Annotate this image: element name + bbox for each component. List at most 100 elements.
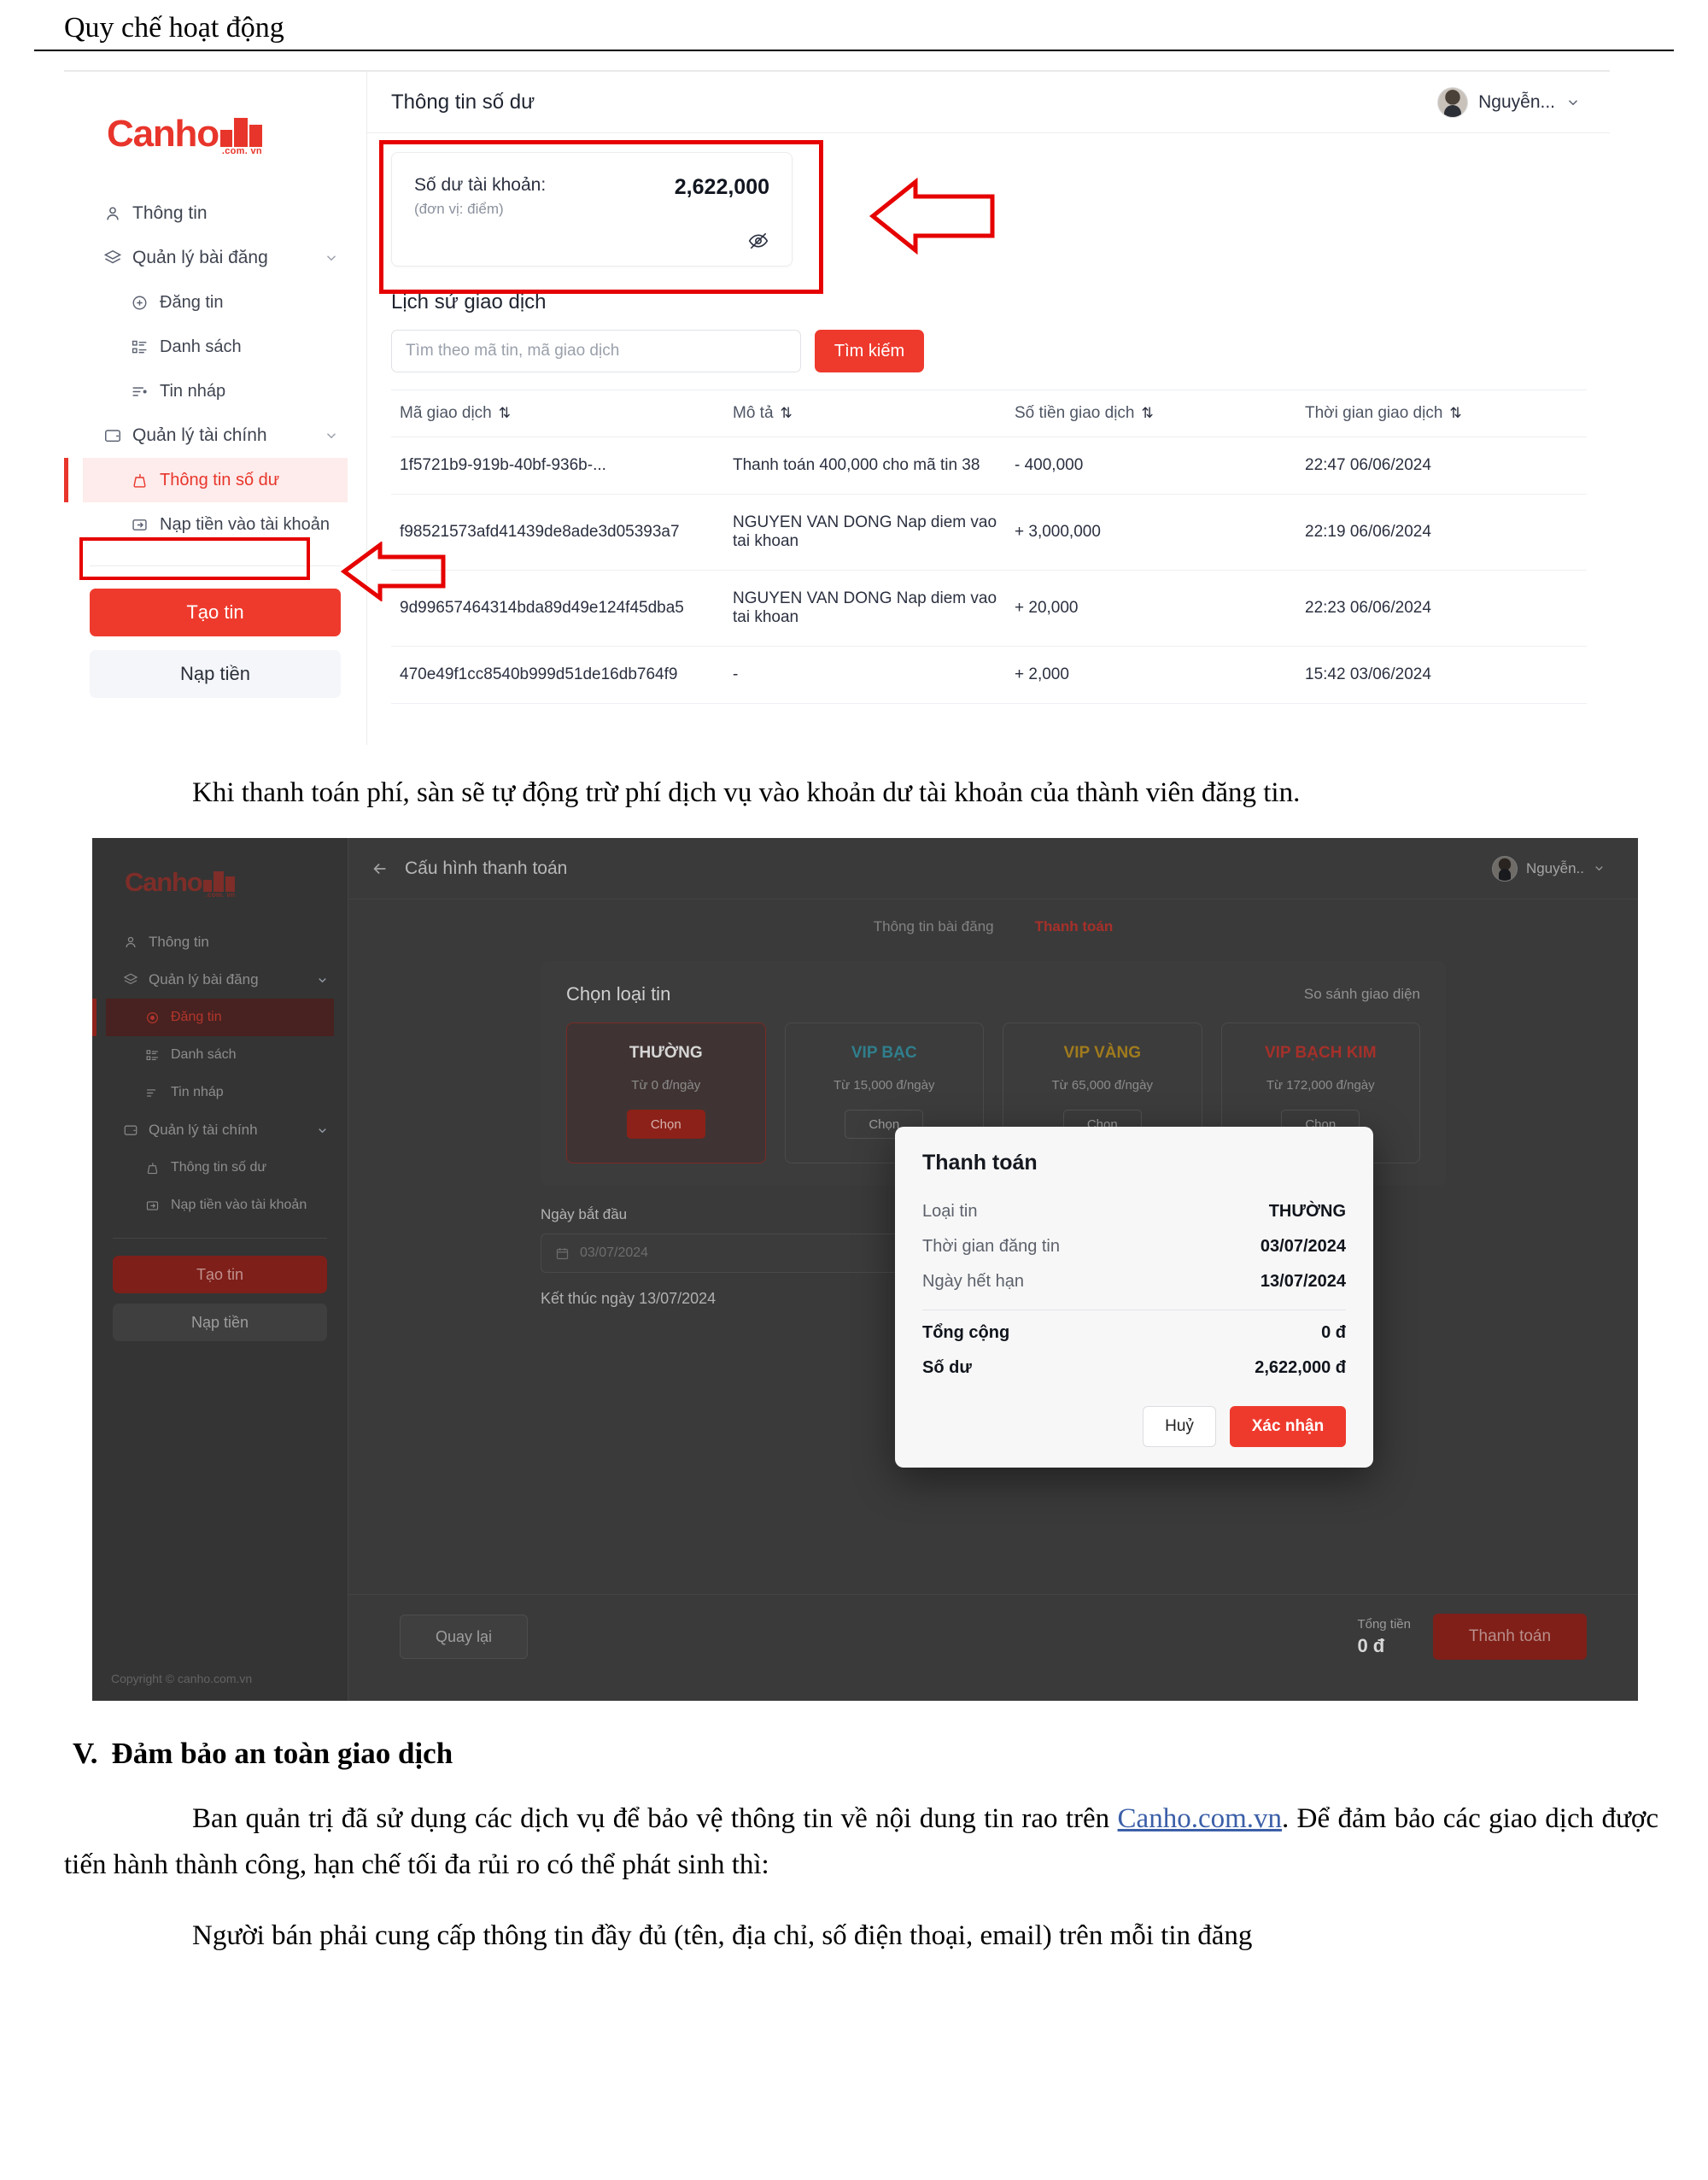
sidebar-item-label: Thông tin: [132, 203, 208, 223]
chevron-down-icon[interactable]: [324, 250, 339, 266]
tab-thong-tin-bai-dang[interactable]: Thông tin bài đăng: [874, 918, 994, 935]
sidebar-item-thong-tin-so-du[interactable]: Thông tin số dư: [106, 1149, 334, 1187]
eye-off-icon[interactable]: [747, 230, 769, 252]
table-header-row: Mã giao dịch ⇅ Mô tả ⇅ Số tiền giao dịch ⇅ …: [391, 390, 1587, 437]
annotation-arrow-balance: [863, 178, 999, 255]
sidebar-item-thong-tin[interactable]: Thông tin: [106, 923, 334, 961]
calendar-icon: [555, 1246, 570, 1261]
cancel-button[interactable]: Huỷ: [1143, 1406, 1216, 1448]
column-header-thoi-gian[interactable]: Thời gian giao dịch ⇅: [1296, 390, 1587, 437]
column-label: Số tiền giao dịch: [1015, 404, 1135, 422]
tier-thuong[interactable]: THƯỜNG Từ 0 đ/ngày Chọn: [566, 1023, 766, 1164]
user-icon: [103, 204, 132, 223]
user-icon: [123, 935, 149, 950]
table-row[interactable]: f98521573afd41439de8ade3d05393a7 NGUYEN …: [391, 494, 1587, 571]
sidebar-item-danh-sach[interactable]: Danh sách: [106, 1036, 334, 1074]
modal-row-key: Loại tin: [922, 1202, 978, 1222]
sidebar-item-thong-tin[interactable]: Thông tin: [83, 191, 348, 236]
sidebar-item-thong-tin-so-du[interactable]: Thông tin số dư: [64, 458, 348, 502]
layers-icon: [123, 972, 149, 987]
sidebar-item-dang-tin[interactable]: Đăng tin: [92, 999, 334, 1037]
sidebar-item-label: Nạp tiền vào tài khoản: [171, 1198, 307, 1213]
modal-row-loai-tin: Loại tin THƯỜNG: [922, 1194, 1346, 1229]
sort-arrows-icon[interactable]: ⇅: [499, 405, 511, 421]
transaction-table: Mã giao dịch ⇅ Mô tả ⇅ Số tiền giao dịch ⇅ …: [391, 390, 1587, 704]
sort-arrows-icon[interactable]: ⇅: [1142, 405, 1154, 421]
paragraph-two-part-a: Ban quản trị đã sử dụng các dịch vụ để b…: [192, 1803, 1118, 1835]
document-page: Quy chế hoạt động Canho .com. vn Thông t…: [0, 0, 1708, 2180]
section-title: Đảm bảo an toàn giao dịch: [111, 1737, 453, 1771]
canho-link[interactable]: Canho.com.vn: [1118, 1803, 1282, 1834]
sidebar-item-label: Thông tin số dư: [160, 470, 280, 489]
sidebar-item-danh-sach[interactable]: Danh sách: [83, 325, 348, 369]
sidebar-item-label: Thông tin số dư: [171, 1160, 267, 1175]
table-row[interactable]: 470e49f1cc8540b999d51de16db764f9 - + 2,0…: [391, 646, 1587, 704]
user-menu[interactable]: Nguyễn...: [1437, 86, 1581, 118]
create-post-button[interactable]: Tạo tin: [113, 1256, 327, 1294]
paragraph-one: Khi thanh toán phí, sàn sẽ tự động trừ p…: [192, 777, 1301, 808]
logo-tld: .com. vn: [205, 891, 236, 900]
start-date-input[interactable]: 03/07/2024: [541, 1234, 899, 1274]
list-icon: [145, 1048, 171, 1063]
logo-tld: .com. vn: [221, 146, 262, 156]
total-label: Tổng tiền: [1357, 1616, 1411, 1632]
sidebar-item-label: Nạp tiền vào tài khoản: [160, 514, 330, 534]
user-menu[interactable]: Nguyễn..: [1491, 855, 1606, 882]
sidebar-item-nap-tien-vao-tai-khoan[interactable]: Nạp tiền vào tài khoản: [83, 502, 348, 547]
sidebar-item-label: Thông tin: [149, 934, 209, 951]
arrow-left-icon[interactable]: [371, 859, 389, 878]
canho-logo[interactable]: Canho .com. vn: [125, 867, 334, 900]
sidebar-item-quan-ly-tai-chinh[interactable]: Quản lý tài chính: [83, 413, 348, 458]
column-label: Mã giao dịch: [400, 404, 492, 422]
page-title: Cấu hình thanh toán: [405, 858, 568, 878]
tier-name: VIP BẠC: [851, 1044, 917, 1063]
modal-row-ngay-het-han: Ngày hết hạn 13/07/2024: [922, 1264, 1346, 1299]
column-header-so-tien[interactable]: Số tiền giao dịch ⇅: [1006, 390, 1296, 437]
cell-desc: Thanh toán 400,000 cho mã tin 38: [724, 437, 1006, 495]
sidebar-item-quan-ly-tai-chinh[interactable]: Quản lý tài chính: [106, 1111, 334, 1149]
chevron-down-icon[interactable]: [324, 428, 339, 443]
search-input[interactable]: Tìm theo mã tin, mã giao dịch: [391, 330, 801, 372]
sidebar-item-label: Danh sách: [160, 337, 242, 356]
sidebar-item-label: Quản lý tài chính: [149, 1122, 258, 1139]
cell-code: 470e49f1cc8540b999d51de16db764f9: [391, 646, 724, 704]
sidebar-item-quan-ly-bai-dang[interactable]: Quản lý bài đăng: [106, 961, 334, 999]
tab-thanh-toan[interactable]: Thanh toán: [1035, 918, 1114, 935]
column-header-mo-ta[interactable]: Mô tả ⇅: [724, 390, 1006, 437]
cell-desc: -: [724, 646, 1006, 704]
chevron-down-icon[interactable]: [1565, 95, 1581, 110]
pay-button[interactable]: Thanh toán: [1433, 1614, 1587, 1661]
deposit-button[interactable]: Nạp tiền: [113, 1304, 327, 1342]
main-area: Thông tin số dư Nguyễn... Số dư tài khoả…: [367, 72, 1610, 745]
search-button[interactable]: Tìm kiếm: [815, 330, 924, 372]
sidebar-item-tin-nhap[interactable]: Tin nháp: [83, 369, 348, 413]
modal-row-value: 13/07/2024: [1260, 1272, 1346, 1292]
sort-arrows-icon[interactable]: ⇅: [781, 405, 793, 421]
column-header-ma-giao-dich[interactable]: Mã giao dịch ⇅: [391, 390, 724, 437]
back-button[interactable]: Quay lại: [400, 1614, 528, 1660]
sort-arrows-icon[interactable]: ⇅: [1449, 405, 1461, 421]
chevron-down-icon[interactable]: [316, 1124, 329, 1137]
sidebar-item-label: Quản lý bài đăng: [149, 971, 259, 988]
modal-row-value: THƯỜNG: [1268, 1202, 1346, 1222]
sidebar-item-dang-tin[interactable]: Đăng tin: [83, 280, 348, 325]
sidebar-item-nap-tien-vao-tai-khoan[interactable]: Nạp tiền vào tài khoản: [106, 1187, 334, 1224]
table-row[interactable]: 1f5721b9-919b-40bf-936b-... Thanh toán 4…: [391, 437, 1587, 495]
tier-price: Từ 172,000 đ/ngày: [1266, 1078, 1375, 1093]
table-row[interactable]: 9d99657464314bda89d49e124f45dba5 NGUYEN …: [391, 570, 1587, 647]
modal-row-value: 0 đ: [1321, 1323, 1346, 1343]
canho-logo[interactable]: Canho .com. vn: [107, 113, 348, 156]
sidebar-dark: Canho .com. vn Thông tin Quản lý bài đăn…: [92, 838, 348, 1702]
logo-buildings-icon: .com. vn: [219, 118, 265, 156]
compare-ui-link[interactable]: So sánh giao diện: [1304, 986, 1420, 1003]
confirm-button[interactable]: Xác nhận: [1230, 1406, 1346, 1448]
sidebar-item-tin-nhap[interactable]: Tin nháp: [106, 1074, 334, 1111]
sidebar-item-quan-ly-bai-dang[interactable]: Quản lý bài đăng: [83, 236, 348, 280]
tier-select-button[interactable]: Chọn: [626, 1110, 705, 1140]
create-post-button[interactable]: Tạo tin: [90, 589, 341, 636]
modal-row-key: Số dư: [922, 1358, 972, 1378]
chevron-down-icon[interactable]: [316, 974, 329, 987]
chevron-down-icon[interactable]: [1593, 862, 1606, 875]
deposit-button[interactable]: Nạp tiền: [90, 650, 341, 698]
logo-wordmark: Canho: [107, 113, 219, 155]
